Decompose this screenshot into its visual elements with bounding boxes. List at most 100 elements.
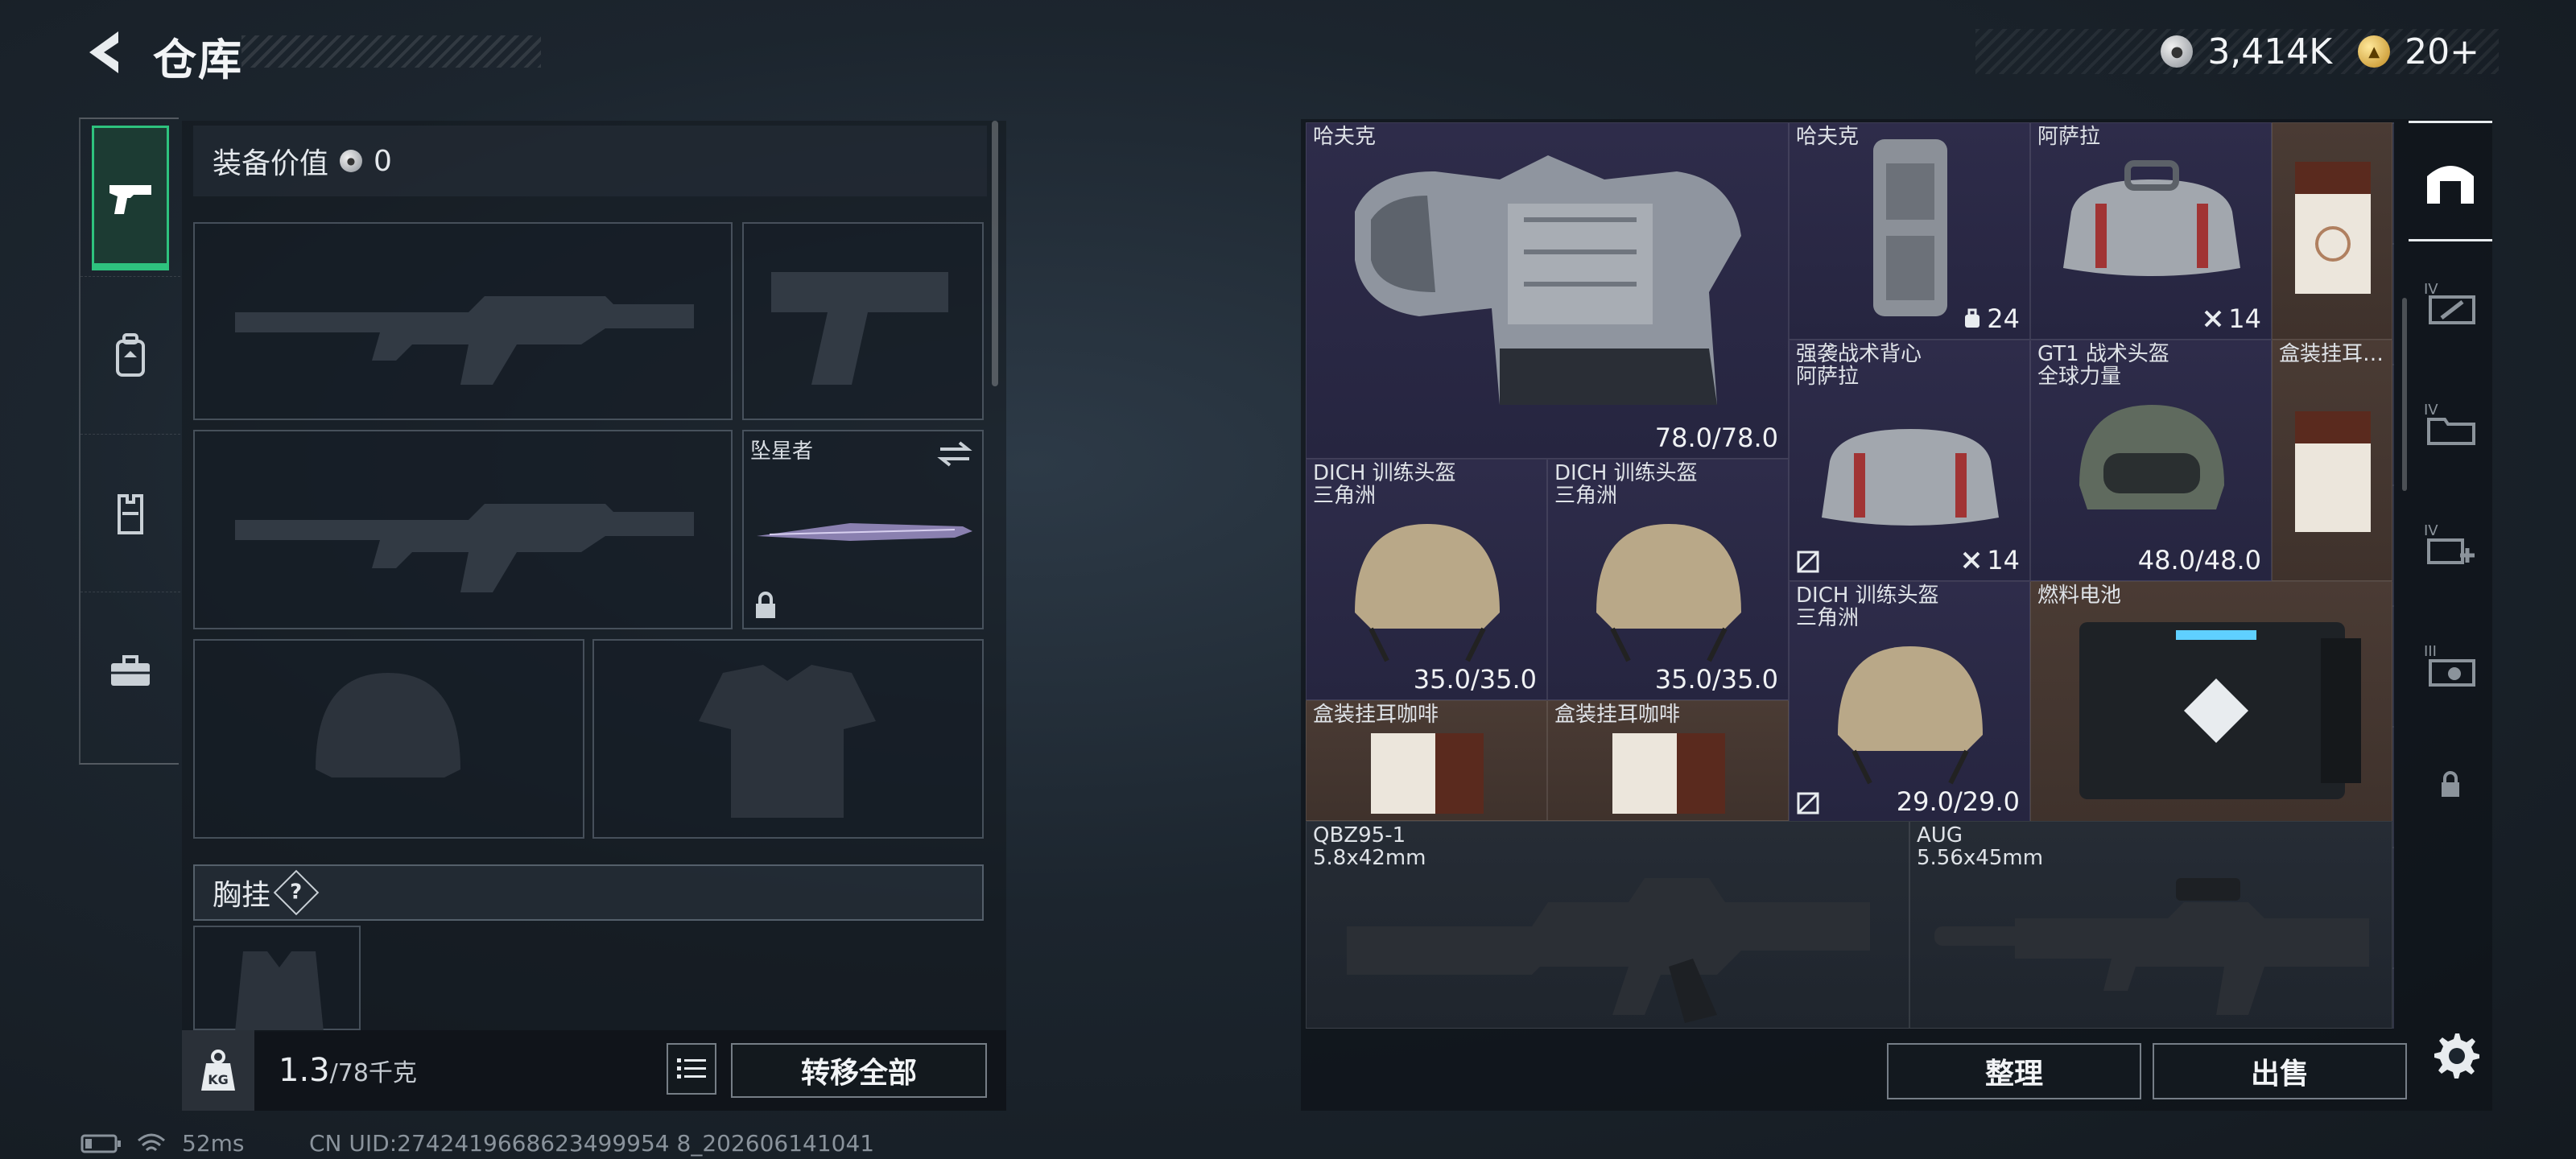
ping-value: 52ms bbox=[182, 1130, 245, 1157]
chest-rig-silhouette-icon bbox=[235, 951, 324, 1032]
storage-item-coffee-box[interactable]: 盒装挂耳… bbox=[2272, 340, 2392, 581]
gold-coin-icon: ▲ bbox=[2358, 35, 2391, 68]
storage-item-coffee-box[interactable]: 盒装挂耳咖啡 bbox=[1306, 700, 1547, 821]
page-title: 仓库 bbox=[153, 35, 243, 85]
list-view-button[interactable] bbox=[667, 1043, 716, 1095]
nav-tab-weapons[interactable] bbox=[80, 119, 180, 277]
storage-item-dich-helmet[interactable]: DICH 训练头盔 三角洲 29.0/29.0 bbox=[1789, 581, 2030, 823]
battery-icon bbox=[80, 1134, 121, 1153]
primary-weapon-slot-2[interactable] bbox=[193, 430, 733, 629]
vest-icon bbox=[118, 493, 143, 534]
toolbox-icon bbox=[111, 655, 150, 686]
coffee-box-icon bbox=[2295, 411, 2371, 532]
back-arrow-icon bbox=[89, 31, 118, 73]
storage-grid: 哈夫克 78.0/78.0 哈夫克 24 阿萨拉 14 强袭战术背心 阿萨拉 1… bbox=[1306, 122, 2394, 1029]
silver-coin-icon: ● bbox=[340, 150, 363, 172]
storage-tab-main[interactable] bbox=[2409, 121, 2492, 241]
helmet-icon bbox=[2079, 405, 2224, 509]
storage-item-dich-helmet[interactable]: DICH 训练头盔 三角洲 35.0/35.0 bbox=[1547, 459, 1789, 700]
melee-slot[interactable]: 坠星者 bbox=[742, 430, 984, 629]
folder-icon: IV bbox=[2424, 402, 2475, 445]
gear-icon bbox=[2434, 1033, 2479, 1079]
capacity-icon bbox=[1965, 308, 1980, 328]
carry-weight: 1.3/78千克 bbox=[279, 1052, 417, 1089]
backpack-item-icon bbox=[1873, 139, 1947, 316]
helmet-icon bbox=[1596, 524, 1741, 662]
storage-item-fuel-cell[interactable]: 燃料电池 bbox=[2030, 581, 2392, 823]
wifi-icon bbox=[138, 1133, 165, 1151]
coffee-box-icon bbox=[2295, 162, 2371, 294]
no-insure-icon bbox=[1797, 792, 1819, 815]
equipment-category-nav bbox=[79, 118, 180, 765]
storage-scrollbar[interactable] bbox=[2402, 298, 2407, 491]
rifle-icon bbox=[1347, 878, 1870, 1023]
coffee-box-icon bbox=[1612, 733, 1725, 814]
storage-tab-iv-repair[interactable]: IV bbox=[2409, 241, 2492, 362]
armor-vest-icon bbox=[1355, 155, 1741, 405]
pistol-silhouette-icon bbox=[771, 272, 948, 385]
svg-text:IV: IV bbox=[2424, 402, 2438, 419]
sort-button[interactable]: 整理 bbox=[1887, 1043, 2141, 1099]
toolkit-icon: III bbox=[2424, 643, 2475, 687]
storage-item-armor-vest[interactable]: 哈夫克 78.0/78.0 bbox=[1306, 122, 1789, 459]
storage-item-coffee-box[interactable]: 盒装挂耳咖啡 bbox=[1547, 700, 1789, 821]
max-weight: /78千克 bbox=[329, 1059, 417, 1087]
swap-icon[interactable] bbox=[937, 439, 972, 468]
storage-item-backpack[interactable]: 哈夫克 24 bbox=[1789, 122, 2030, 340]
storage-tab-iii-tools[interactable]: III bbox=[2409, 604, 2492, 724]
gold-amount: 20+ bbox=[2405, 31, 2479, 72]
rifle-silhouette-icon bbox=[235, 296, 694, 385]
current-weight: 1.3 bbox=[279, 1052, 330, 1089]
backpack-icon bbox=[116, 332, 145, 377]
helmet-slot[interactable] bbox=[193, 639, 584, 839]
nav-tab-vest[interactable] bbox=[80, 435, 180, 592]
rifle-silhouette-icon bbox=[235, 504, 694, 592]
storage-item-dich-helmet[interactable]: DICH 训练头盔 三角洲 35.0/35.0 bbox=[1306, 459, 1547, 700]
fuel-cell-icon bbox=[2079, 622, 2361, 799]
duffel-bag-icon bbox=[1822, 429, 1999, 526]
lock-icon bbox=[756, 592, 775, 618]
capacity-icon bbox=[2204, 310, 2222, 328]
capacity-icon bbox=[1963, 551, 1980, 569]
no-insure-icon bbox=[1797, 551, 1819, 573]
silver-amount: 3,414K bbox=[2207, 31, 2333, 72]
melee-weapon-name: 坠星者 bbox=[750, 439, 814, 464]
storage-item-tactical-vest[interactable]: 强袭战术背心 阿萨拉 14 bbox=[1789, 340, 2030, 581]
svg-text:KG: KG bbox=[208, 1072, 229, 1087]
silver-coin-icon: ● bbox=[2161, 35, 2194, 68]
knife-icon bbox=[757, 523, 972, 541]
currency-bar: ● 3,414K ▲ 20+ bbox=[1975, 29, 2499, 74]
storage-tab-iv-folder[interactable]: IV bbox=[2409, 362, 2492, 483]
sidearm-slot[interactable] bbox=[742, 222, 984, 420]
sell-button[interactable]: 出售 bbox=[2153, 1043, 2407, 1099]
armor-slot[interactable] bbox=[592, 639, 984, 839]
storage-item-qbz95-rifle[interactable]: QBZ95-1 5.8x42mm bbox=[1306, 821, 1909, 1029]
repair-tool-icon: IV bbox=[2424, 281, 2475, 324]
storage-tab-iv-medical[interactable]: IV bbox=[2409, 483, 2492, 604]
storage-item-coffee-box[interactable] bbox=[2272, 122, 2392, 340]
equipment-scrollbar[interactable] bbox=[992, 121, 998, 386]
chest-rig-header: 胸挂 ? bbox=[193, 864, 984, 921]
help-icon[interactable]: ? bbox=[273, 869, 320, 916]
storage-tab-locked[interactable] bbox=[2409, 724, 2492, 845]
user-uid: CN UID:2742419668623499954 8_20260614104… bbox=[309, 1130, 875, 1157]
nav-tab-toolbox[interactable] bbox=[80, 592, 180, 750]
storage-item-gt1-helmet[interactable]: GT1 战术头盔 全球力量 48.0/48.0 bbox=[2030, 340, 2272, 581]
status-bar: 52ms bbox=[80, 1130, 245, 1157]
transfer-all-button[interactable]: 转移全部 bbox=[731, 1043, 987, 1098]
storage-item-aug-rifle[interactable]: AUG 5.56x45mm bbox=[1909, 821, 2392, 1029]
svg-text:III: III bbox=[2424, 643, 2437, 660]
primary-weapon-slot-1[interactable] bbox=[193, 222, 733, 420]
back-button[interactable] bbox=[77, 24, 134, 80]
list-icon bbox=[677, 1058, 706, 1079]
title-decoration bbox=[242, 35, 541, 68]
svg-text:IV: IV bbox=[2424, 281, 2438, 298]
rifle-icon bbox=[1934, 878, 2369, 1015]
warehouse-icon bbox=[2427, 166, 2474, 204]
helmet-icon bbox=[1355, 524, 1500, 662]
chest-rig-slot[interactable] bbox=[193, 926, 361, 1032]
nav-tab-backpack[interactable] bbox=[80, 277, 180, 435]
helmet-icon bbox=[1838, 646, 1983, 785]
settings-button[interactable] bbox=[2423, 1022, 2487, 1087]
storage-item-duffel-bag[interactable]: 阿萨拉 14 bbox=[2030, 122, 2272, 340]
